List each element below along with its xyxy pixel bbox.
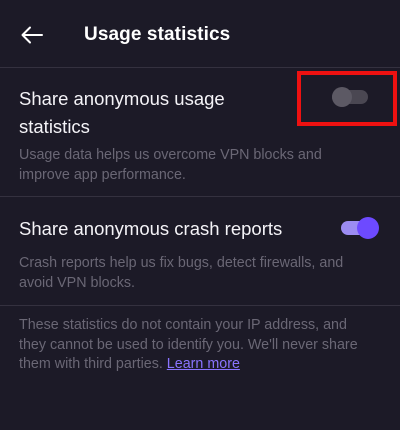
crash-reports-title: Share anonymous crash reports [19, 218, 283, 239]
usage-statistics-screen: Usage statistics Share anonymous usage s… [0, 0, 400, 430]
learn-more-link[interactable]: Learn more [167, 356, 240, 372]
usage-statistics-description: Usage data helps us overcome VPN blocks … [19, 147, 322, 183]
highlight-box [297, 71, 397, 126]
arrow-left-icon [21, 26, 43, 44]
crash-reports-toggle[interactable] [341, 217, 379, 239]
back-button[interactable] [16, 20, 48, 50]
privacy-note: These statistics do not contain your IP … [19, 316, 369, 375]
usage-statistics-title-line-2: statistics [19, 116, 90, 137]
divider [0, 305, 400, 306]
header: Usage statistics [0, 0, 400, 68]
divider [0, 196, 400, 197]
toggle-knob [357, 217, 379, 239]
crash-reports-description: Crash reports help us fix bugs, detect f… [19, 255, 344, 291]
divider [0, 67, 400, 68]
page-title: Usage statistics [84, 24, 231, 45]
usage-statistics-title-line-1: Share anonymous usage [19, 88, 225, 109]
